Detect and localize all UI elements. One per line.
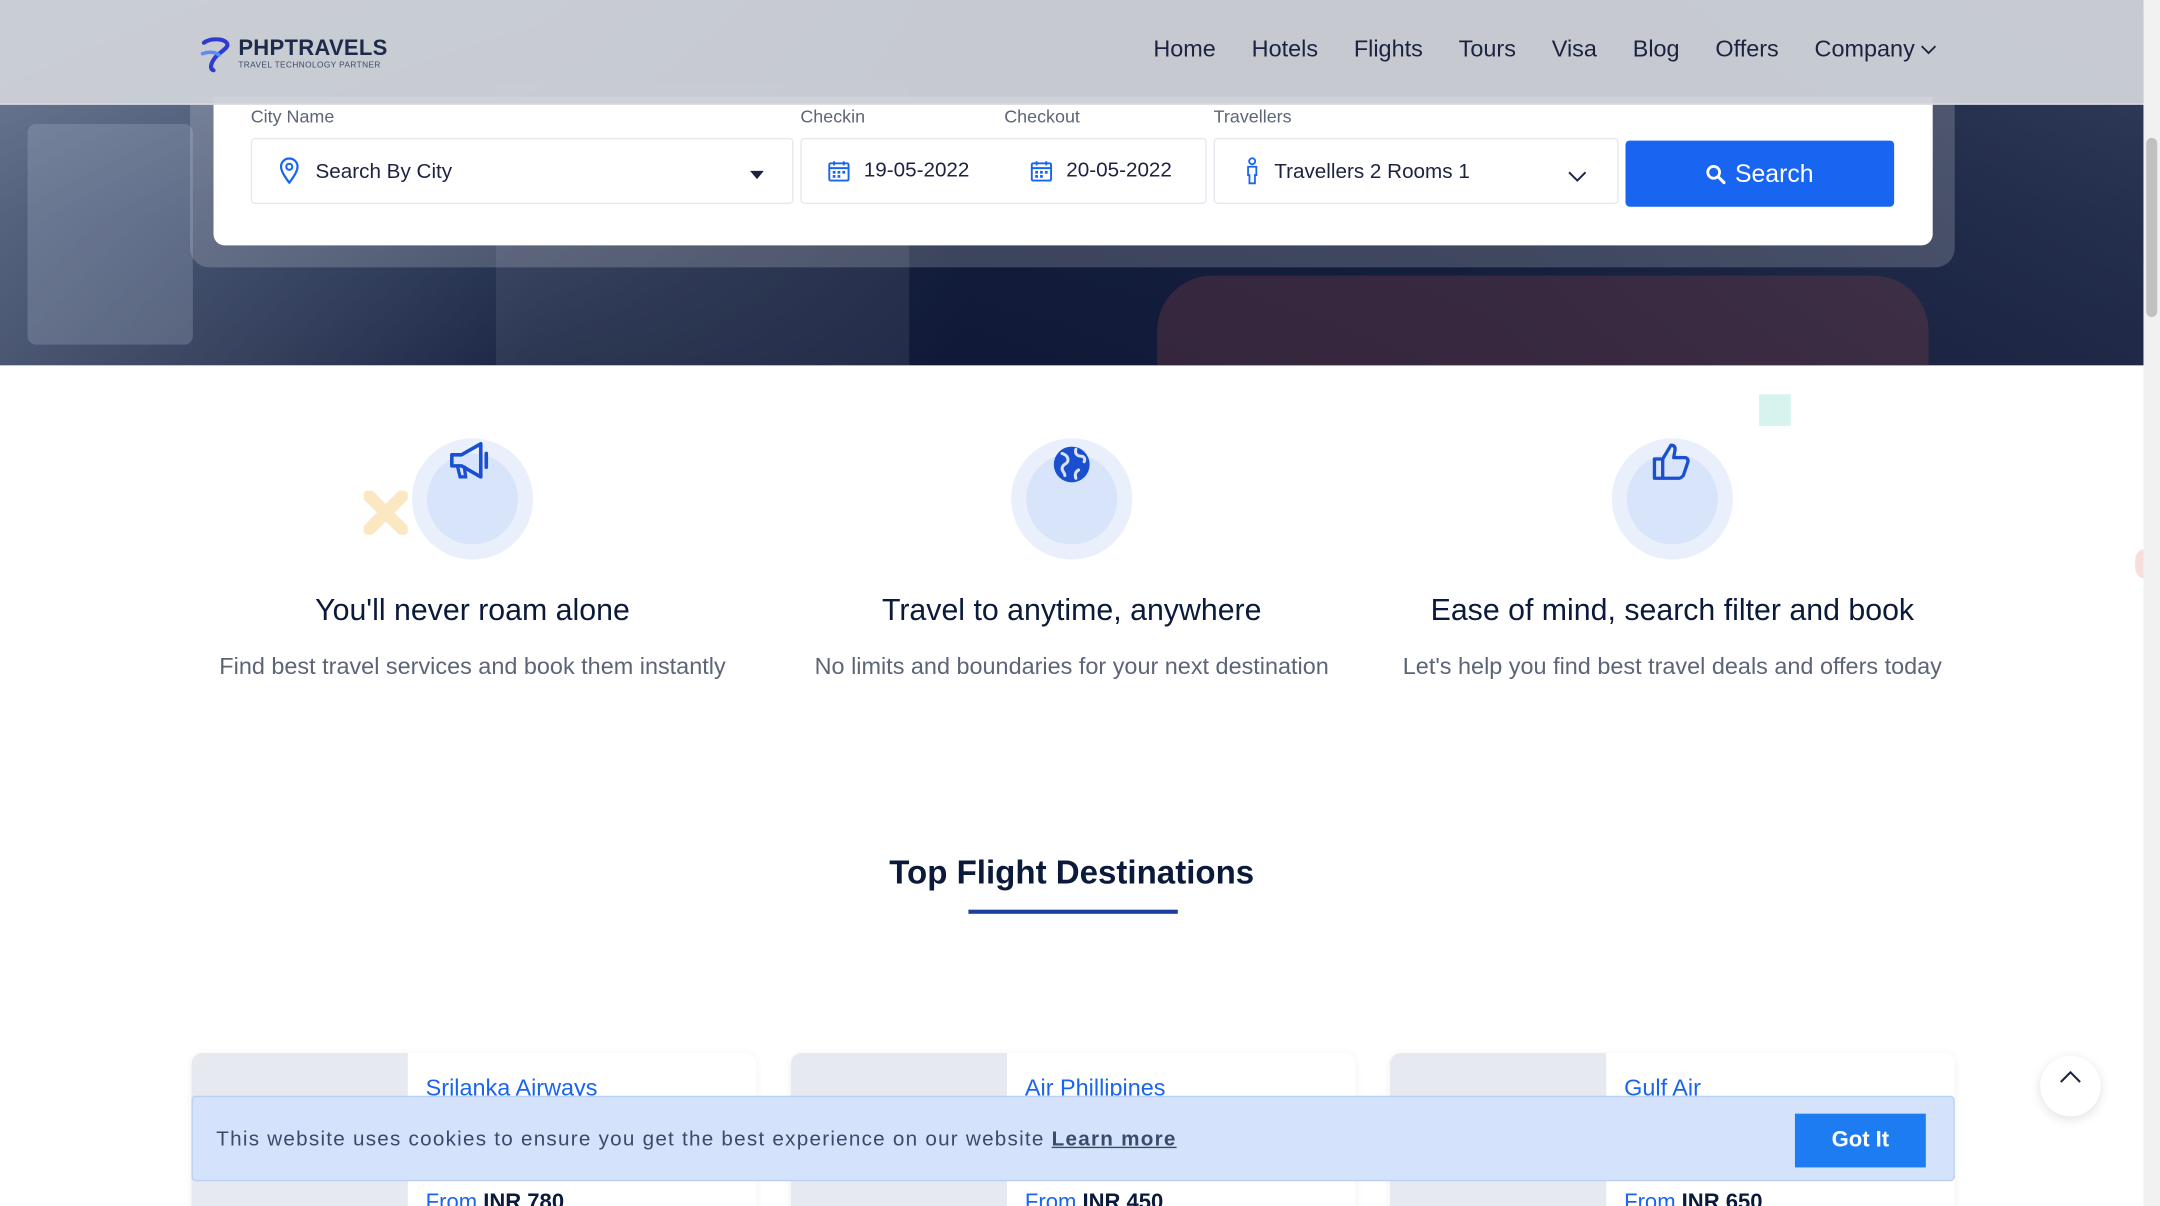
chevron-down-icon xyxy=(1568,165,1587,188)
nav-blog[interactable]: Blog xyxy=(1633,36,1680,64)
brand-subtitle: TRAVEL TECHNOLOGY PARTNER xyxy=(238,62,381,71)
chevron-up-icon xyxy=(2059,1070,2081,1084)
page-scrollbar[interactable] xyxy=(2143,0,2160,1206)
feature-text: Let's help you find best travel deals an… xyxy=(1402,653,1942,680)
search-icon xyxy=(1706,163,1727,184)
nav-tours[interactable]: Tours xyxy=(1459,36,1516,64)
page: City Name Search By City Checkin Checkou… xyxy=(0,0,2160,1206)
section-title-underline xyxy=(968,909,1178,914)
feature-title: Travel to anytime, anywhere xyxy=(881,592,1262,628)
price-label: From INR 450 xyxy=(1025,1191,1163,1206)
brand-title: PHPTRAVELS xyxy=(238,37,388,61)
calendar-icon xyxy=(1030,159,1053,181)
nav-company-dropdown[interactable]: Company xyxy=(1815,36,1937,64)
feature-card-anywhere: Travel to anytime, anywhere No limits an… xyxy=(782,438,1361,681)
feature-text: Find best travel services and book them … xyxy=(219,653,726,680)
price-value: INR 650 xyxy=(1681,1190,1763,1206)
price-label: From INR 780 xyxy=(426,1191,564,1206)
calendar-icon xyxy=(828,159,850,181)
got-it-button[interactable]: Got It xyxy=(1794,1113,1926,1168)
chevron-down-icon xyxy=(1920,44,1937,55)
decorative-square-shape xyxy=(1759,394,1791,426)
price-value: INR 780 xyxy=(483,1190,565,1206)
main-nav: Home Hotels Flights Tours Visa Blog Offe… xyxy=(1153,36,1937,64)
checkout-input[interactable]: 20-05-2022 xyxy=(1030,159,1172,182)
person-icon xyxy=(1244,157,1261,185)
checkout-value: 20-05-2022 xyxy=(1066,158,1172,182)
checkin-label: Checkin xyxy=(800,106,866,127)
location-pin-icon xyxy=(279,157,299,185)
feature-title: Ease of mind, search filter and book xyxy=(1430,592,1915,628)
checkout-label: Checkout xyxy=(1004,106,1080,127)
section-title: Top Flight Destinations xyxy=(889,854,1255,892)
caret-down-icon xyxy=(749,163,764,186)
thumbs-up-icon xyxy=(1650,441,1691,489)
checkin-input[interactable]: 19-05-2022 xyxy=(828,158,970,182)
nav-offers[interactable]: Offers xyxy=(1715,36,1778,64)
date-range-field: 19-05-2022 20-05-2022 xyxy=(800,137,1207,204)
nav-hotels[interactable]: Hotels xyxy=(1252,36,1318,64)
learn-more-link[interactable]: Learn more xyxy=(1052,1127,1177,1150)
travellers-dropdown[interactable]: Travellers 2 Rooms 1 xyxy=(1213,137,1619,204)
feature-icon-circle xyxy=(1611,438,1733,560)
hero-lamp-shape xyxy=(27,124,193,345)
hero-bed-shape xyxy=(1157,275,1929,366)
price-label: From INR 650 xyxy=(1624,1191,1762,1206)
nav-home[interactable]: Home xyxy=(1153,36,1215,64)
city-label: City Name xyxy=(250,106,335,127)
travellers-label: Travellers xyxy=(1213,106,1292,127)
feature-icon-circle xyxy=(1011,438,1133,560)
feature-card-ease: Ease of mind, search filter and book Let… xyxy=(1383,438,1962,681)
nav-company-label: Company xyxy=(1814,35,1915,63)
cookie-message: This website uses cookies to ensure you … xyxy=(216,1127,1177,1151)
back-to-top-button[interactable] xyxy=(2040,1055,2101,1117)
price-value: INR 450 xyxy=(1082,1190,1164,1206)
nav-visa[interactable]: Visa xyxy=(1552,36,1597,64)
feature-icon-circle xyxy=(411,438,534,560)
logo-icon xyxy=(200,37,233,73)
search-button[interactable]: Search xyxy=(1625,140,1895,207)
globe-icon xyxy=(1052,445,1091,490)
cookie-consent-bar: This website uses cookies to ensure you … xyxy=(191,1095,1955,1182)
scrollbar-thumb[interactable] xyxy=(2146,137,2158,318)
feature-title: You'll never roam alone xyxy=(315,592,630,628)
megaphone-icon xyxy=(448,441,495,489)
nav-flights[interactable]: Flights xyxy=(1354,36,1423,64)
city-select-value: Search By City xyxy=(315,159,453,183)
site-header: PHPTRAVELS TRAVEL TECHNOLOGY PARTNER Hom… xyxy=(0,0,2144,105)
checkin-value: 19-05-2022 xyxy=(863,158,970,182)
search-button-label: Search xyxy=(1734,159,1814,187)
city-select[interactable]: Search By City xyxy=(250,137,794,204)
brand-logo[interactable]: PHPTRAVELS TRAVEL TECHNOLOGY PARTNER xyxy=(200,37,388,73)
feature-card-roam: You'll never roam alone Find best travel… xyxy=(183,438,762,681)
travellers-value: Travellers 2 Rooms 1 xyxy=(1274,159,1470,183)
feature-text: No limits and boundaries for your next d… xyxy=(814,653,1329,680)
